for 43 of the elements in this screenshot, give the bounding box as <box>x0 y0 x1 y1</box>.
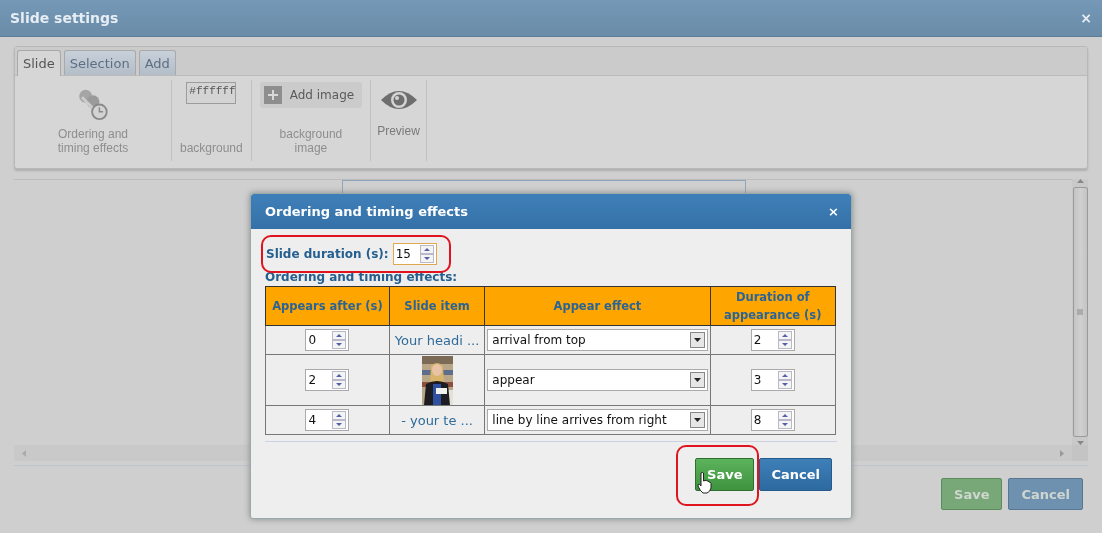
background-image-label: background image <box>278 127 344 155</box>
grip-icon <box>1077 309 1083 315</box>
save-button[interactable]: Save <box>695 458 755 491</box>
number-field[interactable]: 2 <box>305 369 350 391</box>
column-header: Slide item <box>389 286 485 326</box>
spinner-arrows-icon[interactable] <box>332 331 347 349</box>
number-field[interactable]: 15 <box>392 243 437 265</box>
number-field[interactable]: 3 <box>750 369 795 391</box>
number-field[interactable]: 8 <box>750 409 795 431</box>
column-header: Duration of appearance (s) <box>710 286 836 326</box>
tab[interactable]: Slide <box>17 50 61 76</box>
tab[interactable]: Selection <box>63 50 136 75</box>
duration-label: Slide duration (s): <box>266 247 389 261</box>
effect-dropdown[interactable]: line by line arrives from right <box>487 409 708 431</box>
effect-dropdown[interactable]: appear <box>487 369 708 391</box>
window-title: Slide settings <box>10 10 119 26</box>
ordering-label: Ordering and timing effects <box>56 127 130 155</box>
close-icon[interactable]: × <box>1080 10 1092 26</box>
spinner-arrows-icon[interactable] <box>777 331 792 349</box>
number-field[interactable]: 4 <box>305 409 350 431</box>
plus-icon <box>267 90 278 100</box>
spinner-arrows-icon[interactable] <box>332 371 347 389</box>
column-header: Appear effect <box>484 286 710 326</box>
number-field[interactable]: 2 <box>750 329 795 351</box>
spinner-arrows-icon[interactable] <box>777 411 792 429</box>
dropdown-arrow-icon <box>693 378 701 382</box>
cancel-button[interactable]: Cancel <box>759 458 832 491</box>
dropdown-arrow-icon <box>693 418 701 422</box>
dialog-title: Ordering and timing effects <box>265 204 468 219</box>
number-field[interactable]: 0 <box>305 329 350 351</box>
spinner-arrows-icon[interactable] <box>777 371 792 389</box>
tab[interactable]: Add <box>138 50 176 75</box>
spinner-arrows-icon[interactable] <box>332 411 347 429</box>
preview-button[interactable]: Preview <box>377 80 420 138</box>
spinner-arrows-icon[interactable] <box>419 245 434 263</box>
eye-icon <box>379 88 418 112</box>
add-image-button[interactable]: Add image <box>259 82 363 108</box>
dropdown-arrow-icon <box>693 338 701 342</box>
effect-dropdown[interactable]: arrival from top <box>487 329 708 351</box>
close-icon[interactable]: × <box>828 204 839 219</box>
column-header: Appears after (s) <box>265 286 390 326</box>
color-field[interactable]: #ffffff <box>186 82 237 104</box>
background-label: background <box>180 141 243 155</box>
